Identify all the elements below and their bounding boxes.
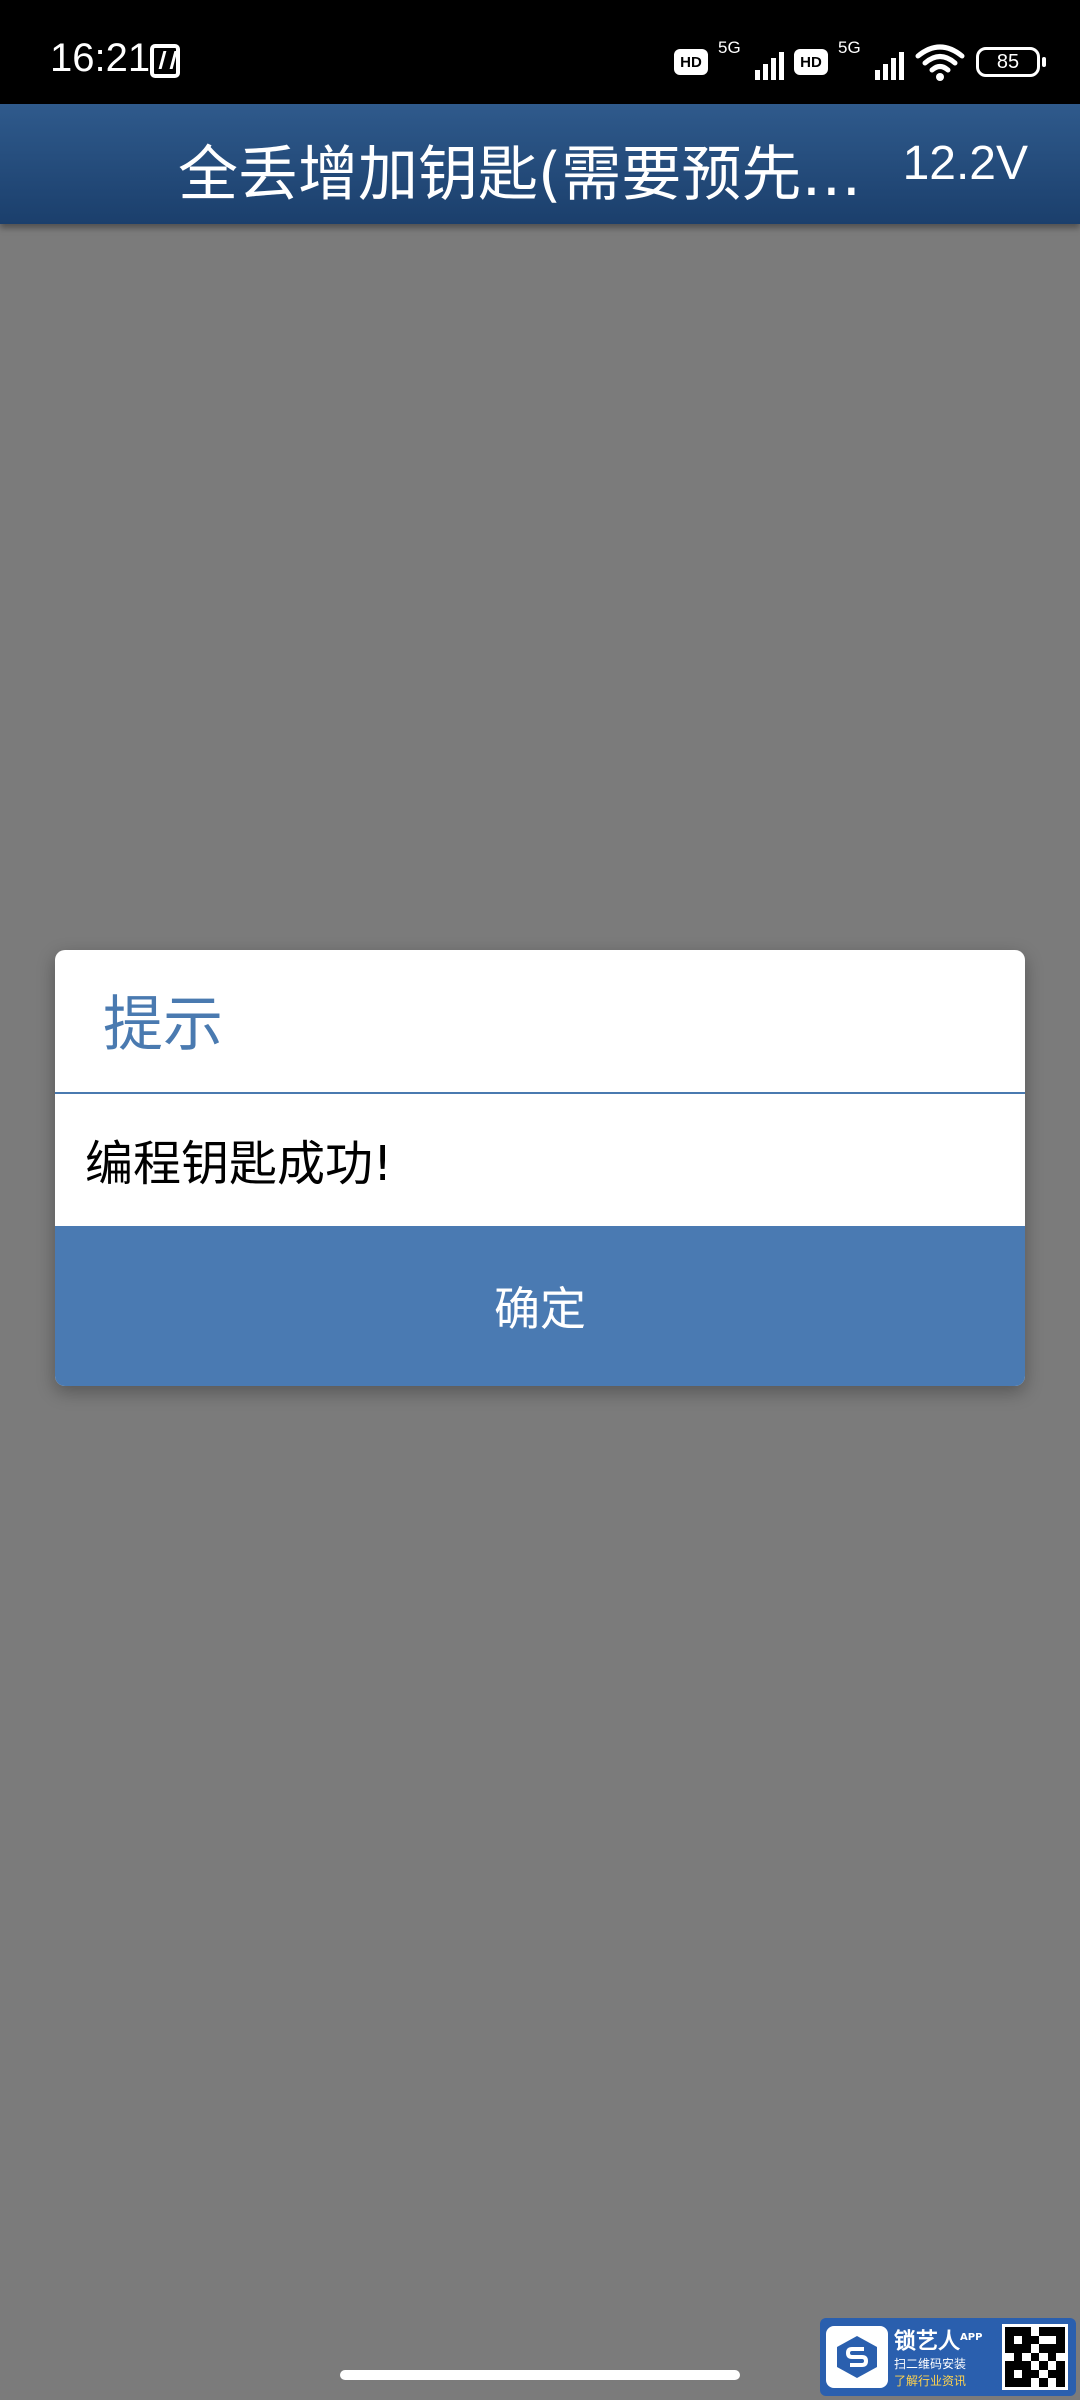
status-icons: HD 5G HD 5G 85 — [674, 38, 1046, 84]
page-title: 全丢增加钥匙(需要预先… — [178, 140, 862, 210]
wifi-icon — [915, 44, 965, 81]
signal-icon: 5G — [838, 38, 904, 84]
ad-line-2: 了解行业资讯 — [894, 2374, 967, 2389]
ad-banner[interactable]: 锁艺人APP 扫二维码安装 了解行业资讯 — [820, 2318, 1076, 2396]
hd-icon: HD — [794, 49, 828, 75]
ad-app-name: 锁艺人APP — [894, 2329, 983, 2355]
network-type: 5G — [718, 38, 741, 57]
status-bar: 16:21 HD 5G HD 5G 85 — [0, 0, 1080, 104]
app-logo-icon — [826, 2326, 888, 2388]
hd-icon: HD — [674, 49, 708, 75]
status-time: 16:21 — [50, 36, 151, 80]
nfc-icon — [150, 44, 180, 78]
app-header: 全丢增加钥匙(需要预先… 12.2V — [0, 104, 1080, 224]
network-type: 5G — [838, 38, 861, 57]
battery-icon: 85 — [976, 47, 1046, 77]
home-indicator[interactable] — [340, 2370, 740, 2380]
qr-code-icon — [1002, 2324, 1068, 2390]
ad-text: 锁艺人APP 扫二维码安装 了解行业资讯 — [894, 2325, 994, 2389]
alert-dialog: 提示 编程钥匙成功! 确定 — [55, 950, 1025, 1386]
ad-line-1: 扫二维码安装 — [894, 2357, 967, 2372]
dialog-title: 提示 — [103, 990, 223, 1060]
confirm-button[interactable]: 确定 — [55, 1226, 1025, 1386]
signal-icon: 5G — [718, 38, 784, 84]
battery-voltage: 12.2V — [902, 137, 1028, 190]
dialog-message: 编程钥匙成功! — [85, 1136, 393, 1192]
dialog-divider — [55, 1092, 1025, 1094]
